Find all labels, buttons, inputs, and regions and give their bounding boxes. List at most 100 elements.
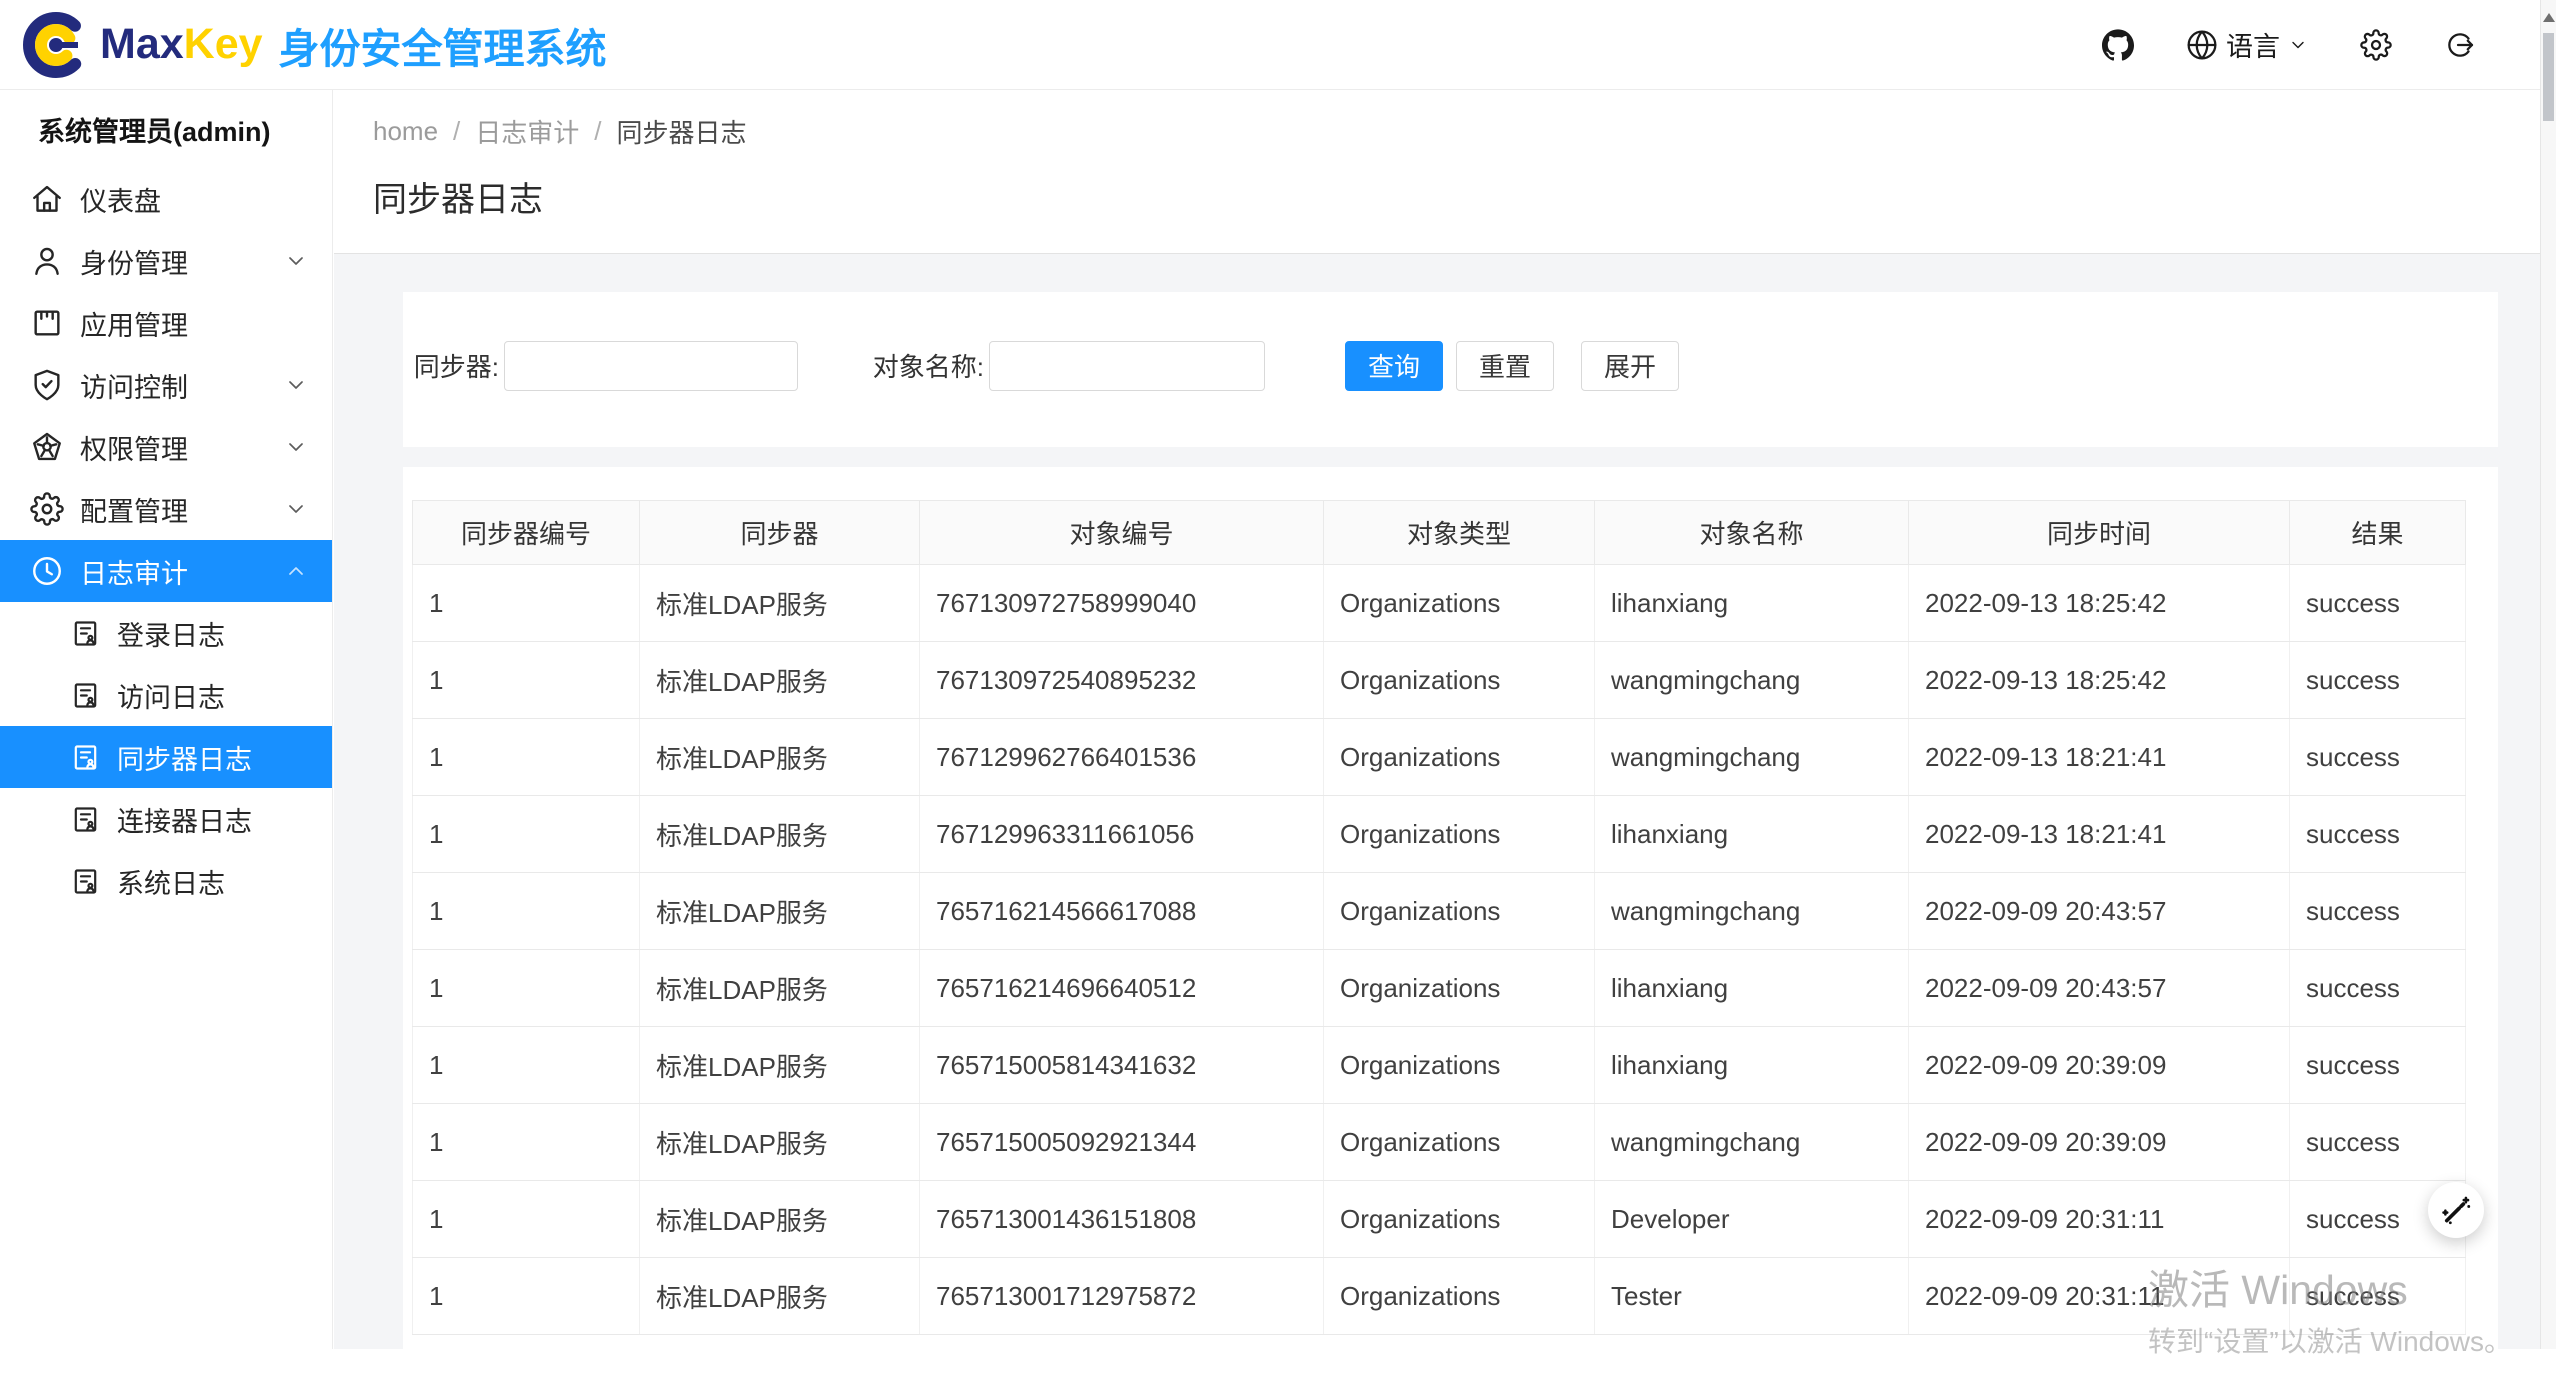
breadcrumb-separator: / [453,116,460,147]
scroll-up-arrow-icon[interactable] [2543,13,2555,22]
table-cell: 2022-09-13 18:25:42 [1909,642,2290,719]
table-row[interactable]: 1标准LDAP服务765716214696640512Organizations… [413,950,2466,1027]
sidebar-item-permissions[interactable]: 权限管理 [0,416,332,478]
table-cell: 767129963311661056 [920,796,1324,873]
logout-icon[interactable] [2444,29,2476,61]
chevron-down-icon [284,373,308,397]
sync-label: 同步器: [403,347,499,384]
sidebar-item-applications[interactable]: 应用管理 [0,292,332,354]
table-column-header: 对象编号 [920,501,1324,565]
app-header: MaxKey 身份安全管理系统 语言 [0,0,2556,90]
chevron-up-icon [284,559,308,583]
log-document-icon [70,742,101,773]
table-cell: 2022-09-09 20:31:11 [1909,1181,2290,1258]
table-cell: 标准LDAP服务 [640,1258,920,1335]
object-name-input[interactable] [989,341,1265,391]
table-cell: 2022-09-09 20:43:57 [1909,950,2290,1027]
table-cell: 765715005092921344 [920,1104,1324,1181]
table-cell: wangmingchang [1595,1104,1909,1181]
scrollbar-thumb[interactable] [2543,33,2554,121]
vertical-scrollbar[interactable] [2540,0,2556,1349]
search-button[interactable]: 查询 [1345,341,1443,391]
table-column-header: 对象类型 [1324,501,1595,565]
log-document-icon [70,804,101,835]
language-menu[interactable]: 语言 [2186,25,2308,64]
table-cell: success [2290,950,2466,1027]
table-column-header: 结果 [2290,501,2466,565]
sidebar-item-access-control[interactable]: 访问控制 [0,354,332,416]
table-cell: 标准LDAP服务 [640,1104,920,1181]
globe-icon [2186,29,2218,61]
submenu-item[interactable]: 登录日志 [0,602,332,664]
sidebar-item-configuration[interactable]: 配置管理 [0,478,332,540]
expand-button[interactable]: 展开 [1581,341,1679,391]
table-row[interactable]: 1标准LDAP服务765715005092921344Organizations… [413,1104,2466,1181]
table-cell: Organizations [1324,1181,1595,1258]
table-cell: wangmingchang [1595,719,1909,796]
sync-input[interactable] [504,341,798,391]
table-cell: 765713001712975872 [920,1258,1324,1335]
github-icon[interactable] [2102,29,2134,61]
table-cell: Organizations [1324,642,1595,719]
chevron-down-icon [284,497,308,521]
table-cell: 2022-09-13 18:25:42 [1909,565,2290,642]
log-audit-submenu: 登录日志访问日志同步器日志连接器日志系统日志 [0,602,332,912]
table-row[interactable]: 1标准LDAP服务765716214566617088Organizations… [413,873,2466,950]
sidebar-item-label: 应用管理 [80,304,188,343]
table-row[interactable]: 1标准LDAP服务765713001712975872Organizations… [413,1258,2466,1335]
table-row[interactable]: 1标准LDAP服务767130972540895232Organizations… [413,642,2466,719]
submenu-item[interactable]: 系统日志 [0,850,332,912]
table-row[interactable]: 1标准LDAP服务765713001436151808Organizations… [413,1181,2466,1258]
sidebar-item-dashboard[interactable]: 仪表盘 [0,168,332,230]
table-cell: wangmingchang [1595,873,1909,950]
table-cell: Organizations [1324,873,1595,950]
breadcrumb-log-audit[interactable]: 日志审计 [475,113,579,150]
clock-icon [30,554,64,588]
table-cell: 1 [413,1104,640,1181]
header-actions: 语言 [2102,25,2476,64]
table-column-header: 同步时间 [1909,501,2290,565]
table-cell: lihanxiang [1595,565,1909,642]
table-cell: 1 [413,719,640,796]
search-filter-card: 同步器: 对象名称: 查询 重置 展开 [403,292,2498,447]
maxkey-logo-icon [22,11,90,79]
brand-max: Max [100,20,184,68]
table-row[interactable]: 1标准LDAP服务767129963311661056Organizations… [413,796,2466,873]
table-row[interactable]: 1标准LDAP服务765715005814341632Organizations… [413,1027,2466,1104]
submenu-item[interactable]: 同步器日志 [0,726,332,788]
settings-gear-icon[interactable] [2360,29,2392,61]
breadcrumb-home[interactable]: home [373,116,438,147]
table-cell: wangmingchang [1595,642,1909,719]
table-cell: Organizations [1324,1104,1595,1181]
sidebar-item-log-audit[interactable]: 日志审计 [0,540,332,602]
table-cell: success [2290,719,2466,796]
sidebar-item-identity[interactable]: 身份管理 [0,230,332,292]
home-icon [30,182,64,216]
table-cell: 标准LDAP服务 [640,796,920,873]
table-cell: 标准LDAP服务 [640,1181,920,1258]
table-cell: 767130972758999040 [920,565,1324,642]
magic-wand-button[interactable] [2428,1182,2484,1238]
table-cell: 标准LDAP服务 [640,1027,920,1104]
submenu-item[interactable]: 连接器日志 [0,788,332,850]
table-column-header: 同步器 [640,501,920,565]
table-column-header: 对象名称 [1595,501,1909,565]
sync-log-table: 同步器编号同步器对象编号对象类型对象名称同步时间结果 1标准LDAP服务7671… [412,500,2466,1335]
gear-icon [30,492,64,526]
table-row[interactable]: 1标准LDAP服务767130972758999040Organizations… [413,565,2466,642]
table-cell: Organizations [1324,565,1595,642]
table-cell: 1 [413,950,640,1027]
table-header-row: 同步器编号同步器对象编号对象类型对象名称同步时间结果 [413,501,2466,565]
log-document-icon [70,618,101,649]
table-cell: 2022-09-13 18:21:41 [1909,796,2290,873]
magic-wand-icon [2439,1193,2473,1227]
chevron-down-icon [284,249,308,273]
sidebar-item-label: 身份管理 [80,242,188,281]
table-cell: 1 [413,565,640,642]
table-cell: Organizations [1324,719,1595,796]
reset-button[interactable]: 重置 [1456,341,1554,391]
table-cell: 1 [413,1027,640,1104]
chevron-down-icon [2288,35,2308,55]
submenu-item[interactable]: 访问日志 [0,664,332,726]
table-row[interactable]: 1标准LDAP服务767129962766401536Organizations… [413,719,2466,796]
